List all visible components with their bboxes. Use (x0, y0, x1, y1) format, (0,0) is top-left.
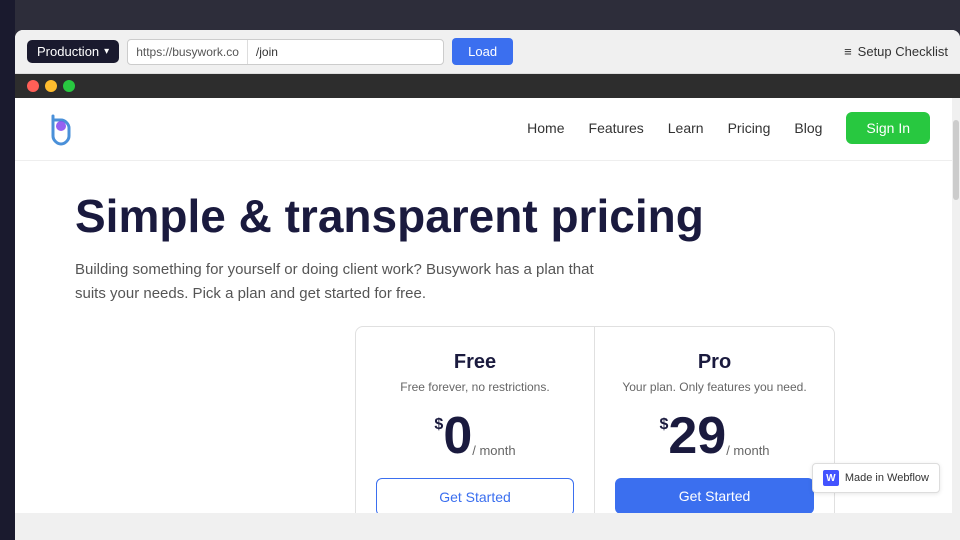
free-price-amount: 0 (443, 410, 472, 462)
url-bar[interactable]: https://busywork.co /join (127, 39, 444, 65)
maximize-icon[interactable] (63, 80, 75, 92)
browser-window: Production ▾ https://busywork.co /join L… (15, 30, 960, 540)
pro-price-amount: 29 (668, 410, 726, 462)
free-price-period: / month (472, 443, 515, 458)
close-icon[interactable] (27, 80, 39, 92)
url-path: /join (248, 40, 443, 64)
chevron-down-icon: ▾ (104, 46, 109, 57)
pro-card-subtitle: Your plan. Only features you need. (615, 380, 814, 394)
nav-item-pricing[interactable]: Pricing (728, 120, 771, 138)
nav-item-features[interactable]: Features (589, 120, 644, 138)
free-get-started-button[interactable]: Get Started (376, 478, 574, 513)
nav-links: Home Features Learn Pricing Blog Sign In (527, 120, 930, 138)
checklist-label: Setup Checklist (858, 44, 948, 59)
nav-item-blog[interactable]: Blog (794, 120, 822, 138)
main-content: Simple & transparent pricing Building so… (15, 161, 960, 513)
website-viewport: Home Features Learn Pricing Blog Sign In… (15, 98, 960, 513)
pricing-card-free: Free Free forever, no restrictions. $ 0 … (355, 326, 595, 513)
setup-checklist-button[interactable]: ≡ Setup Checklist (844, 44, 948, 59)
left-sidebar (0, 0, 15, 540)
nav-item-home[interactable]: Home (527, 120, 564, 138)
site-nav: Home Features Learn Pricing Blog Sign In (15, 98, 960, 161)
minimize-icon[interactable] (45, 80, 57, 92)
pro-card-title: Pro (615, 351, 814, 374)
nav-link-learn[interactable]: Learn (668, 120, 704, 136)
site-logo[interactable] (45, 110, 77, 148)
free-price-dollar: $ (434, 416, 443, 434)
pricing-headline: Simple & transparent pricing (75, 191, 900, 242)
nav-link-home[interactable]: Home (527, 120, 564, 136)
top-bar (15, 0, 960, 30)
free-card-subtitle: Free forever, no restrictions. (376, 380, 574, 394)
pro-price-dollar: $ (659, 416, 668, 434)
signin-button[interactable]: Sign In (846, 112, 930, 144)
nav-item-learn[interactable]: Learn (668, 120, 704, 138)
free-price-row: $ 0 / month (376, 410, 574, 462)
pro-price-period: / month (726, 443, 769, 458)
nav-link-pricing[interactable]: Pricing (728, 120, 771, 136)
nav-item-signin[interactable]: Sign In (846, 120, 930, 138)
environment-label: Production (37, 44, 99, 59)
pricing-subtext: Building something for yourself or doing… (75, 258, 615, 306)
url-base: https://busywork.co (128, 40, 248, 64)
pricing-card-pro: Pro Your plan. Only features you need. $… (595, 326, 835, 513)
pro-price-row: $ 29 / month (615, 410, 814, 462)
scrollbar[interactable] (952, 98, 960, 513)
scrollbar-thumb[interactable] (953, 120, 959, 200)
load-button[interactable]: Load (452, 38, 513, 65)
traffic-lights-bar (15, 74, 960, 98)
webflow-badge[interactable]: W Made in Webflow (812, 463, 940, 493)
environment-selector[interactable]: Production ▾ (27, 40, 119, 63)
free-card-title: Free (376, 351, 574, 374)
nav-link-blog[interactable]: Blog (794, 120, 822, 136)
webflow-icon: W (823, 470, 839, 486)
webflow-label: Made in Webflow (845, 472, 929, 484)
pro-get-started-button[interactable]: Get Started (615, 478, 814, 513)
checklist-icon: ≡ (844, 44, 852, 59)
nav-link-features[interactable]: Features (589, 120, 644, 136)
browser-toolbar: Production ▾ https://busywork.co /join L… (15, 30, 960, 74)
